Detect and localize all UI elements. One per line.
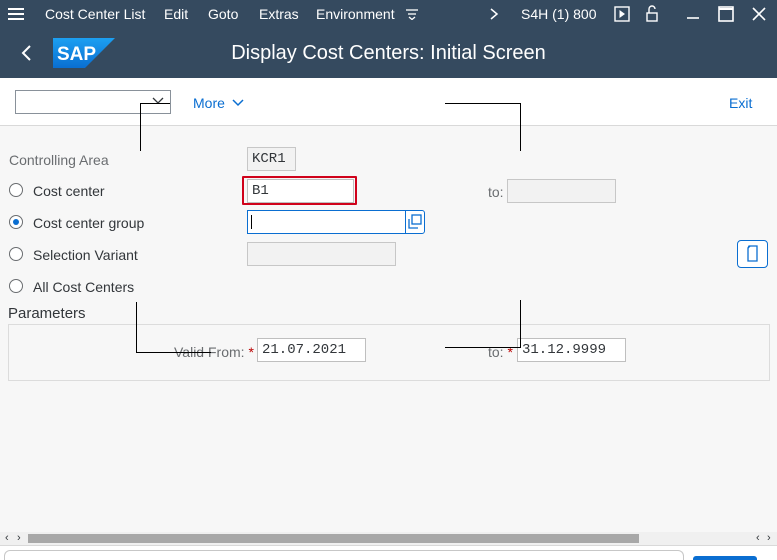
cost-center-group-radio[interactable] — [9, 215, 23, 229]
cost-center-label: Cost center — [33, 183, 105, 199]
menu-goto[interactable]: Goto — [208, 6, 238, 22]
play-icon[interactable] — [614, 6, 630, 22]
selection-variant-field[interactable] — [247, 242, 396, 266]
horizontal-scrollbar[interactable]: ‹ › ‹ › — [0, 532, 777, 545]
menu-edit[interactable]: Edit — [164, 6, 188, 22]
annotation-line — [445, 103, 520, 104]
annotation-line — [140, 103, 170, 104]
parameters-group — [8, 324, 770, 381]
cost-center-group-label: Cost center group — [33, 215, 145, 231]
hamburger-menu-icon[interactable] — [8, 8, 24, 20]
chevron-down-icon — [152, 97, 164, 104]
copy-icon — [408, 214, 422, 229]
main-content: Controlling Area KCR1 Cost center B1 to:… — [0, 126, 777, 532]
status-field — [4, 550, 684, 560]
minimize-icon[interactable] — [686, 6, 700, 20]
annotation-line — [136, 302, 137, 353]
menu-bar: Cost Center List Edit Goto Extras Enviro… — [0, 0, 777, 28]
system-info: S4H (1) 800 — [521, 6, 597, 22]
valid-from-field[interactable]: 21.07.2021 — [257, 338, 366, 362]
unlock-icon[interactable] — [643, 4, 661, 22]
scroll-right-end-icon[interactable]: › — [767, 532, 771, 545]
controlling-area-field: KCR1 — [247, 147, 296, 171]
text-caret — [251, 215, 252, 229]
cost-center-radio[interactable] — [9, 183, 23, 197]
all-cost-centers-label: All Cost Centers — [33, 279, 135, 295]
maximize-icon[interactable] — [718, 6, 734, 22]
cost-center-group-field[interactable] — [247, 210, 406, 234]
annotation-line — [520, 300, 521, 348]
scroll-right-icon[interactable]: › — [17, 532, 21, 545]
menu-environment[interactable]: Environment — [316, 6, 395, 22]
menu-extras[interactable]: Extras — [259, 6, 299, 22]
cost-center-field[interactable]: B1 — [247, 179, 354, 203]
selection-variant-radio[interactable] — [9, 247, 23, 261]
valid-to-field[interactable]: 31.12.9999 — [517, 338, 626, 362]
menu-more-icon[interactable] — [405, 8, 419, 20]
annotation-line — [445, 347, 520, 348]
toolbar: More Exit — [0, 78, 777, 126]
all-cost-centers-radio[interactable] — [9, 279, 23, 293]
document-icon — [747, 245, 758, 262]
command-combo[interactable] — [15, 90, 171, 114]
annotation-line — [136, 352, 211, 353]
more-chevron-down-icon[interactable] — [232, 98, 244, 108]
scroll-left-icon[interactable]: ‹ — [5, 532, 9, 545]
value-help-button[interactable] — [405, 210, 425, 234]
more-button[interactable]: More — [193, 95, 225, 111]
cost-center-to-field[interactable] — [507, 179, 616, 203]
controlling-area-label: Controlling Area — [9, 152, 109, 168]
annotation-line — [140, 103, 141, 151]
status-bar — [0, 545, 777, 560]
variant-side-button[interactable] — [737, 240, 768, 268]
selection-variant-label: Selection Variant — [33, 247, 138, 263]
scroll-thumb[interactable] — [28, 534, 639, 543]
scroll-left-end-icon[interactable]: ‹ — [756, 532, 760, 545]
chevron-right-icon[interactable] — [489, 8, 499, 20]
cost-center-to-label: to: — [488, 184, 504, 200]
status-button[interactable] — [693, 556, 757, 560]
close-icon[interactable] — [751, 6, 767, 22]
exit-button[interactable]: Exit — [729, 95, 752, 111]
title-bar: SAP Display Cost Centers: Initial Screen — [0, 28, 777, 78]
menu-cost-center-list[interactable]: Cost Center List — [45, 6, 145, 22]
page-title: Display Cost Centers: Initial Screen — [231, 42, 546, 64]
parameters-title: Parameters — [8, 305, 86, 322]
annotation-line — [520, 103, 521, 151]
